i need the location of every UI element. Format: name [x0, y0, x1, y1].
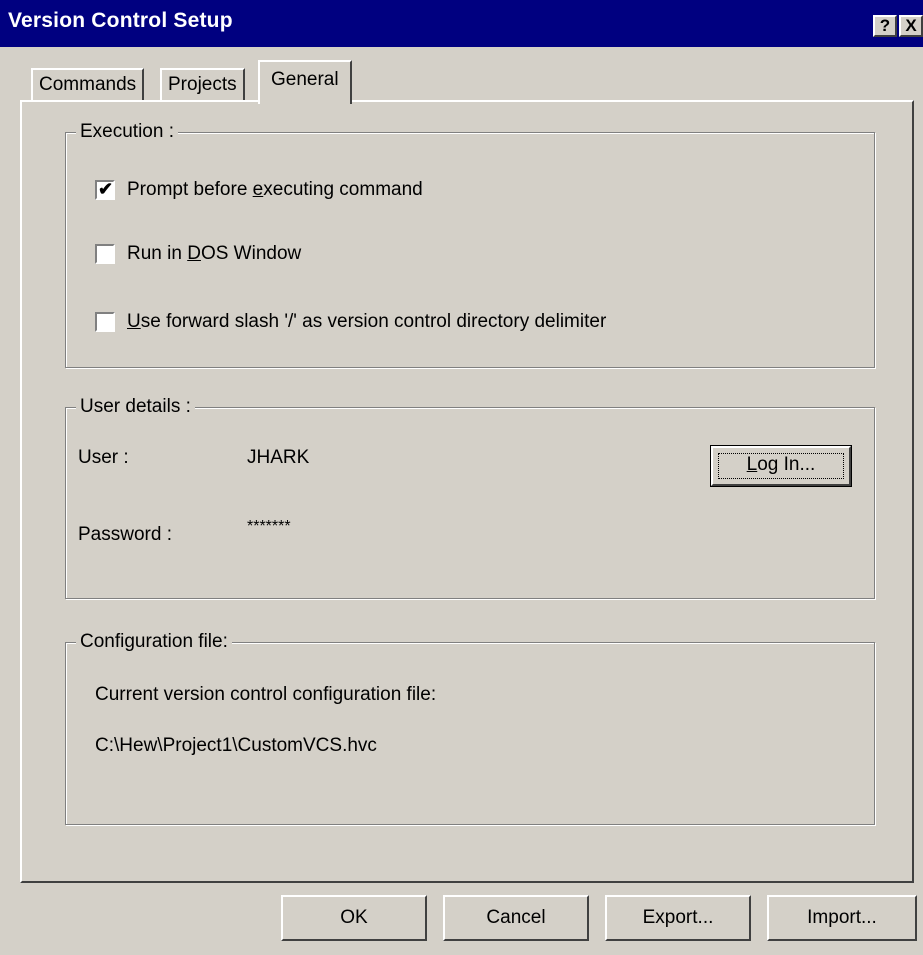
export-button[interactable]: Export... — [605, 895, 751, 941]
title-bar: Version Control Setup ? X — [0, 0, 923, 47]
config-file-path: C:\Hew\Project1\CustomVCS.hvc — [95, 735, 377, 756]
run-in-dos-window-label: Run in DOS Window — [127, 243, 302, 264]
import-button[interactable]: Import... — [767, 895, 917, 941]
help-button[interactable]: ? — [873, 15, 897, 37]
close-button[interactable]: X — [899, 15, 923, 37]
configuration-file-group-label: Configuration file: — [76, 629, 232, 655]
user-value: JHARK — [247, 447, 310, 468]
general-tab-panel: Execution : ✔ Prompt before executing co… — [20, 100, 914, 883]
forward-slash-delimiter-label: Use forward slash '/' as version control… — [127, 311, 607, 332]
ok-button[interactable]: OK — [281, 895, 427, 941]
tab-general-label: General — [271, 69, 339, 90]
prompt-before-executing-checkbox[interactable]: ✔ — [95, 179, 115, 200]
user-label: User : — [78, 447, 129, 468]
run-in-dos-window-checkbox[interactable] — [95, 244, 115, 264]
execution-group: Execution : ✔ Prompt before executing co… — [65, 119, 875, 368]
forward-slash-delimiter-option[interactable]: Use forward slash '/' as version control… — [95, 311, 606, 333]
tab-commands[interactable]: Commands — [31, 68, 145, 100]
user-details-group: User details : User : JHARK Password : *… — [65, 394, 875, 599]
checkmark-icon: ✔ — [98, 179, 114, 199]
configuration-file-group: Configuration file: Current version cont… — [65, 629, 875, 825]
cancel-button[interactable]: Cancel — [443, 895, 589, 941]
tab-projects-label: Projects — [168, 74, 237, 95]
config-file-description: Current version control configuration fi… — [95, 684, 437, 705]
help-icon: ? — [879, 16, 891, 35]
forward-slash-delimiter-checkbox[interactable] — [95, 312, 115, 332]
execution-group-label: Execution : — [76, 119, 178, 145]
tab-general[interactable]: General — [258, 60, 352, 104]
tab-projects[interactable]: Projects — [160, 68, 245, 100]
window-title: Version Control Setup — [8, 9, 233, 32]
run-in-dos-window-option[interactable]: Run in DOS Window — [95, 243, 301, 265]
focus-ring — [718, 453, 844, 479]
log-in-button[interactable]: Log In... — [710, 445, 852, 487]
prompt-before-executing-label: Prompt before executing command — [127, 179, 423, 200]
user-details-group-label: User details : — [76, 394, 195, 420]
password-label: Password : — [78, 524, 172, 545]
password-value: ******* — [247, 518, 291, 535]
prompt-before-executing-option[interactable]: ✔ Prompt before executing command — [95, 179, 423, 201]
close-icon: X — [905, 16, 917, 35]
tab-commands-label: Commands — [39, 74, 137, 95]
